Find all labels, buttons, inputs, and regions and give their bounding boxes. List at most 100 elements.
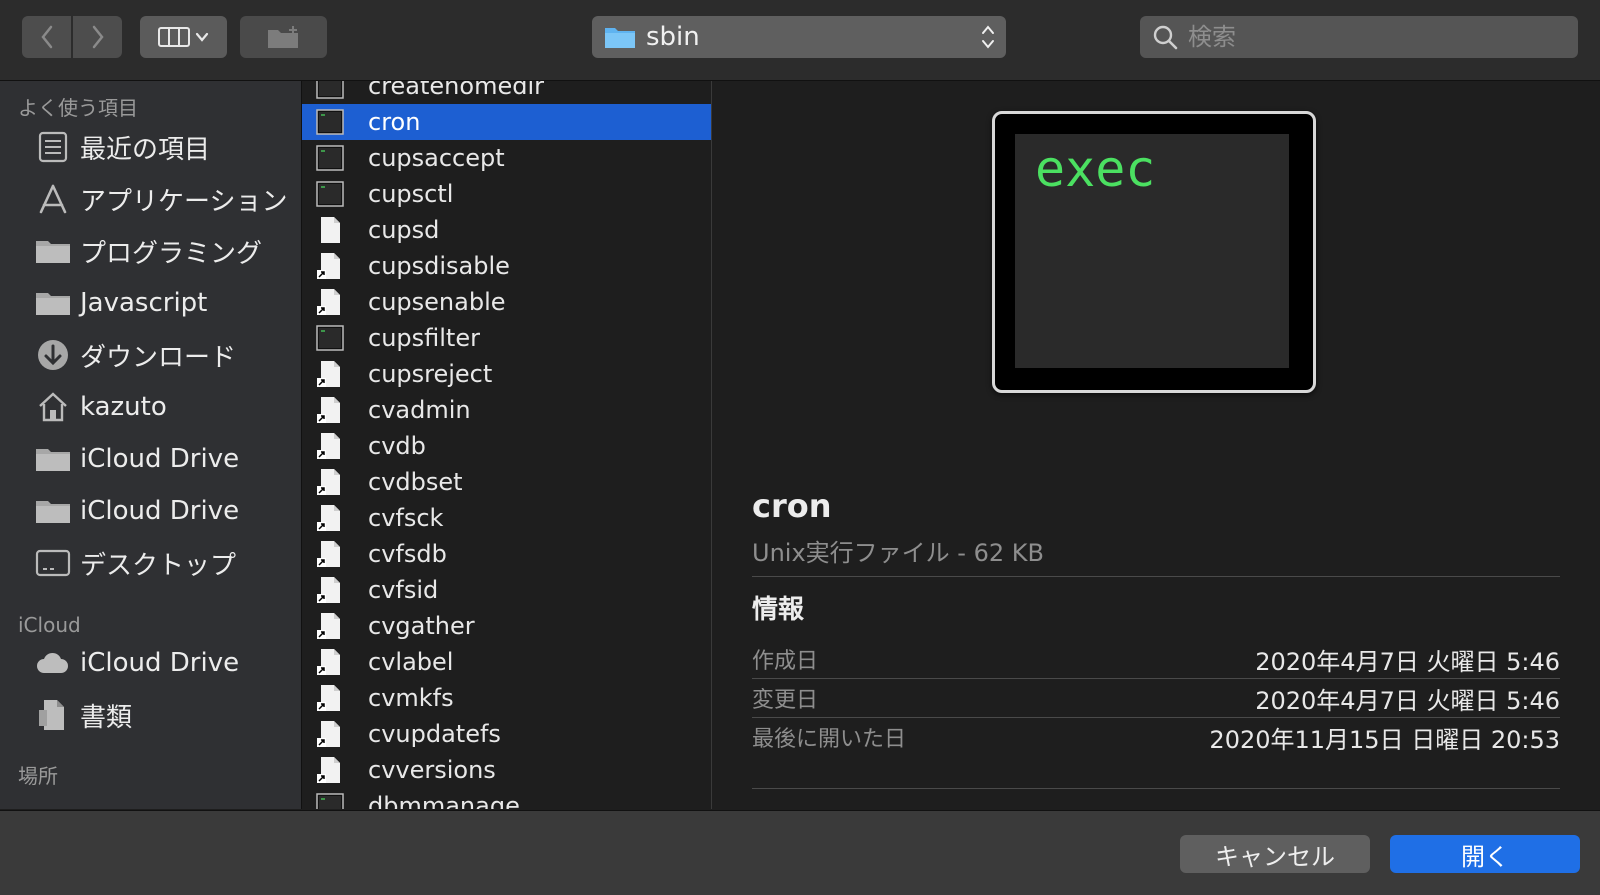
file-row[interactable]: cvfsid — [302, 572, 711, 608]
sidebar-item-javascript[interactable]: Javascript — [0, 277, 301, 329]
desktop-icon — [34, 546, 72, 580]
info-key: 作成日 — [752, 649, 819, 674]
documents-icon — [34, 698, 72, 732]
path-popup[interactable]: sbin — [592, 16, 1006, 58]
file-row[interactable]: dbmmanage — [302, 788, 711, 809]
folder-icon — [605, 28, 635, 48]
divider — [752, 576, 1560, 577]
sidebar-item-icloud-drive-3[interactable]: iCloud Drive — [0, 637, 301, 689]
chevron-right-icon — [92, 25, 104, 49]
file-row[interactable]: cupsaccept — [302, 140, 711, 176]
alias-file-icon — [316, 468, 344, 496]
alias-file-icon — [316, 684, 344, 712]
back-button[interactable] — [22, 16, 71, 58]
new-folder-icon — [267, 26, 298, 48]
sidebar-item-label: iCloud Drive — [80, 444, 240, 474]
file-name: cupsctl — [368, 180, 454, 208]
file-name: cvadmin — [368, 396, 471, 424]
alias-file-icon — [316, 252, 344, 280]
file-row[interactable]: cvlabel — [302, 644, 711, 680]
search-field[interactable] — [1140, 16, 1578, 58]
exec-label: exec — [1035, 140, 1156, 198]
file-row[interactable]: cvdb — [302, 428, 711, 464]
file-row[interactable]: cvfsdb — [302, 536, 711, 572]
exec-file-icon — [316, 324, 344, 352]
cancel-button[interactable]: キャンセル — [1180, 835, 1370, 873]
file-name: cupsdisable — [368, 252, 510, 280]
recents-icon — [34, 130, 72, 164]
new-folder-button[interactable] — [240, 16, 327, 58]
file-name: cvversions — [368, 756, 496, 784]
file-name: cvlabel — [368, 648, 454, 676]
preview-pane: exec cron Unix実行ファイル - 62 KB 情報 作成日 2020… — [712, 81, 1600, 809]
up-down-chevron-icon — [982, 25, 994, 49]
file-list: createhomedir cron cupsaccept cupsctl cupsd c… — [302, 81, 712, 809]
sidebar-item-home[interactable]: kazuto — [0, 381, 301, 433]
file-row[interactable]: cvgather — [302, 608, 711, 644]
chevron-left-icon — [40, 25, 52, 49]
sidebar-item-icloud-drive-2[interactable]: iCloud Drive — [0, 485, 301, 537]
file-row[interactable]: cvmkfs — [302, 680, 711, 716]
file-row[interactable]: cvversions — [302, 752, 711, 788]
sidebar-item-label: kazuto — [80, 392, 167, 422]
file-row[interactable]: cron — [302, 104, 711, 140]
folder-icon — [34, 234, 72, 268]
alias-file-icon — [316, 648, 344, 676]
info-value: 2020年4月7日 火曜日 5:46 — [1255, 647, 1560, 676]
sidebar-item-icloud-drive-1[interactable]: iCloud Drive — [0, 433, 301, 485]
file-row[interactable]: createhomedir — [302, 81, 711, 104]
folder-icon — [34, 494, 72, 528]
file-row[interactable]: cupsreject — [302, 356, 711, 392]
exec-file-icon — [316, 81, 344, 100]
home-icon — [34, 390, 72, 424]
sidebar: よく使う項目 最近の項目 アプリケーション プログラミング Javascript… — [0, 81, 302, 809]
file-name: cvfsck — [368, 504, 444, 532]
sidebar-item-documents[interactable]: 書類 — [0, 689, 301, 741]
file-row[interactable]: cupsd — [302, 212, 711, 248]
sidebar-item-recents[interactable]: 最近の項目 — [0, 121, 301, 173]
info-key: 最後に開いた日 — [752, 727, 907, 752]
file-row[interactable]: cvfsck — [302, 500, 711, 536]
terminal-screen: exec — [1015, 134, 1289, 368]
alias-file-icon — [316, 720, 344, 748]
sidebar-item-label: ダウンロード — [80, 342, 237, 373]
toolbar: sbin — [0, 0, 1600, 81]
sidebar-item-programming[interactable]: プログラミング — [0, 225, 301, 277]
file-name: cvmkfs — [368, 684, 454, 712]
sidebar-section-icloud: iCloud — [18, 613, 81, 637]
file-row[interactable]: cvdbset — [302, 464, 711, 500]
file-name: cupsd — [368, 216, 440, 244]
alias-file-icon — [316, 360, 344, 388]
file-row[interactable]: cupsenable — [302, 284, 711, 320]
file-name: cvdb — [368, 432, 426, 460]
sidebar-item-applications[interactable]: アプリケーション — [0, 173, 301, 225]
sidebar-item-downloads[interactable]: ダウンロード — [0, 329, 301, 381]
view-mode-button[interactable] — [140, 16, 227, 58]
info-header: 情報 — [752, 595, 805, 625]
file-row[interactable]: cvupdatefs — [302, 716, 711, 752]
sidebar-item-desktop[interactable]: デスクトップ — [0, 537, 301, 589]
alias-file-icon — [316, 504, 344, 532]
cloud-icon — [34, 646, 72, 680]
open-button[interactable]: 開く — [1390, 835, 1580, 873]
bottom-bar: キャンセル 開く — [0, 810, 1600, 895]
file-name: cvfsdb — [368, 540, 447, 568]
file-row[interactable]: cupsdisable — [302, 248, 711, 284]
file-row[interactable]: cupsctl — [302, 176, 711, 212]
sidebar-item-label: アプリケーション — [80, 186, 288, 217]
forward-button[interactable] — [73, 16, 122, 58]
sidebar-item-label: プログラミング — [80, 238, 263, 269]
file-row[interactable]: cupsfilter — [302, 320, 711, 356]
folder-icon — [34, 286, 72, 320]
divider — [752, 788, 1560, 789]
alias-file-icon — [316, 612, 344, 640]
file-name: cvfsid — [368, 576, 439, 604]
file-row[interactable]: cvadmin — [302, 392, 711, 428]
preview-file-kind: Unix実行ファイル - 62 KB — [752, 539, 1044, 567]
file-name: cupsreject — [368, 360, 493, 388]
search-input[interactable] — [1186, 22, 1570, 52]
info-key: 変更日 — [752, 688, 819, 713]
info-row-last-opened: 最後に開いた日 2020年11月15日 日曜日 20:53 — [752, 718, 1560, 756]
sidebar-section-favorites: よく使う項目 — [18, 96, 138, 120]
sidebar-item-label: 最近の項目 — [80, 134, 211, 165]
